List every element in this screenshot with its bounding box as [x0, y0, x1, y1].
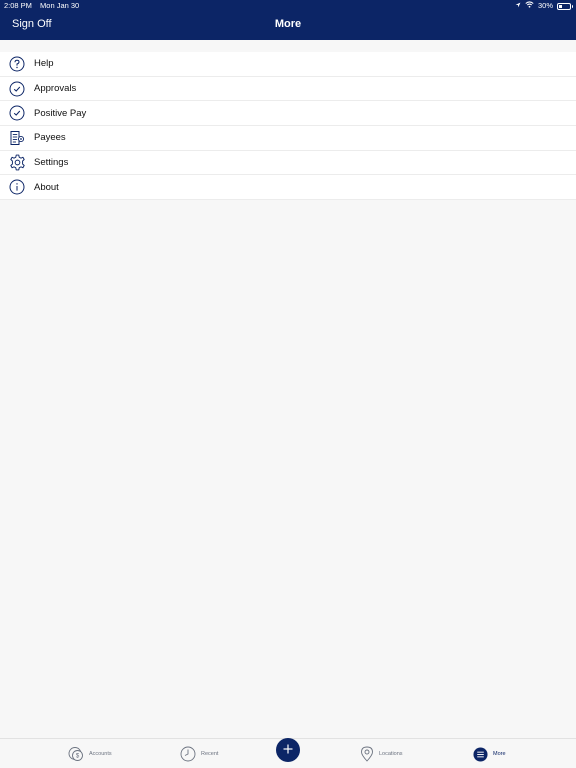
clock-icon — [180, 746, 196, 762]
menu-item-payees[interactable]: Payees — [0, 126, 576, 151]
status-date: Mon Jan 30 — [40, 1, 80, 10]
menu-item-label: Help — [34, 58, 54, 70]
menu-item-label: About — [34, 181, 59, 193]
menu-item-positive-pay[interactable]: Positive Pay — [0, 101, 576, 127]
tab-accounts[interactable]: $ Accounts — [68, 739, 112, 768]
menu-item-settings[interactable]: Settings — [0, 151, 576, 176]
add-button[interactable] — [276, 738, 300, 762]
menu-item-label: Positive Pay — [34, 107, 87, 119]
info-icon — [0, 175, 34, 199]
menu-item-label: Settings — [34, 157, 69, 169]
tab-locations[interactable]: Locations — [360, 739, 403, 768]
menu-item-label: Payees — [34, 132, 66, 144]
menu-item-label: Approvals — [34, 83, 77, 95]
menu-icon — [473, 746, 488, 762]
more-menu-list: Help Approvals Positive Pay Payees Setti… — [0, 52, 576, 201]
check-circle-icon — [0, 101, 34, 125]
tab-label: Recent — [201, 751, 219, 757]
wifi-icon — [525, 0, 534, 12]
plus-icon — [283, 741, 293, 759]
question-icon — [0, 52, 34, 76]
tab-label: Locations — [379, 751, 403, 757]
payees-icon — [0, 126, 34, 150]
gear-icon — [0, 151, 34, 175]
map-pin-icon — [360, 746, 374, 762]
check-circle-icon — [0, 77, 34, 101]
menu-item-about[interactable]: About — [0, 175, 576, 201]
accounts-icon: $ — [68, 746, 84, 762]
menu-item-approvals[interactable]: Approvals — [0, 77, 576, 102]
battery-icon — [557, 2, 573, 10]
battery-percent: 30% — [537, 1, 553, 10]
tab-label: Accounts — [89, 751, 112, 757]
status-bar: 2:08 PM Mon Jan 30 30% — [0, 0, 576, 12]
tab-recent[interactable]: Recent — [180, 739, 218, 768]
menu-item-help[interactable]: Help — [0, 52, 576, 77]
status-time: 2:08 PM — [4, 1, 32, 10]
top-bar: 2:08 PM Mon Jan 30 30% Sign Off More — [0, 0, 576, 40]
location-icon — [515, 0, 521, 12]
page-title: More — [274, 18, 302, 30]
tab-label: More — [493, 751, 506, 757]
tab-more[interactable]: More — [473, 739, 506, 768]
